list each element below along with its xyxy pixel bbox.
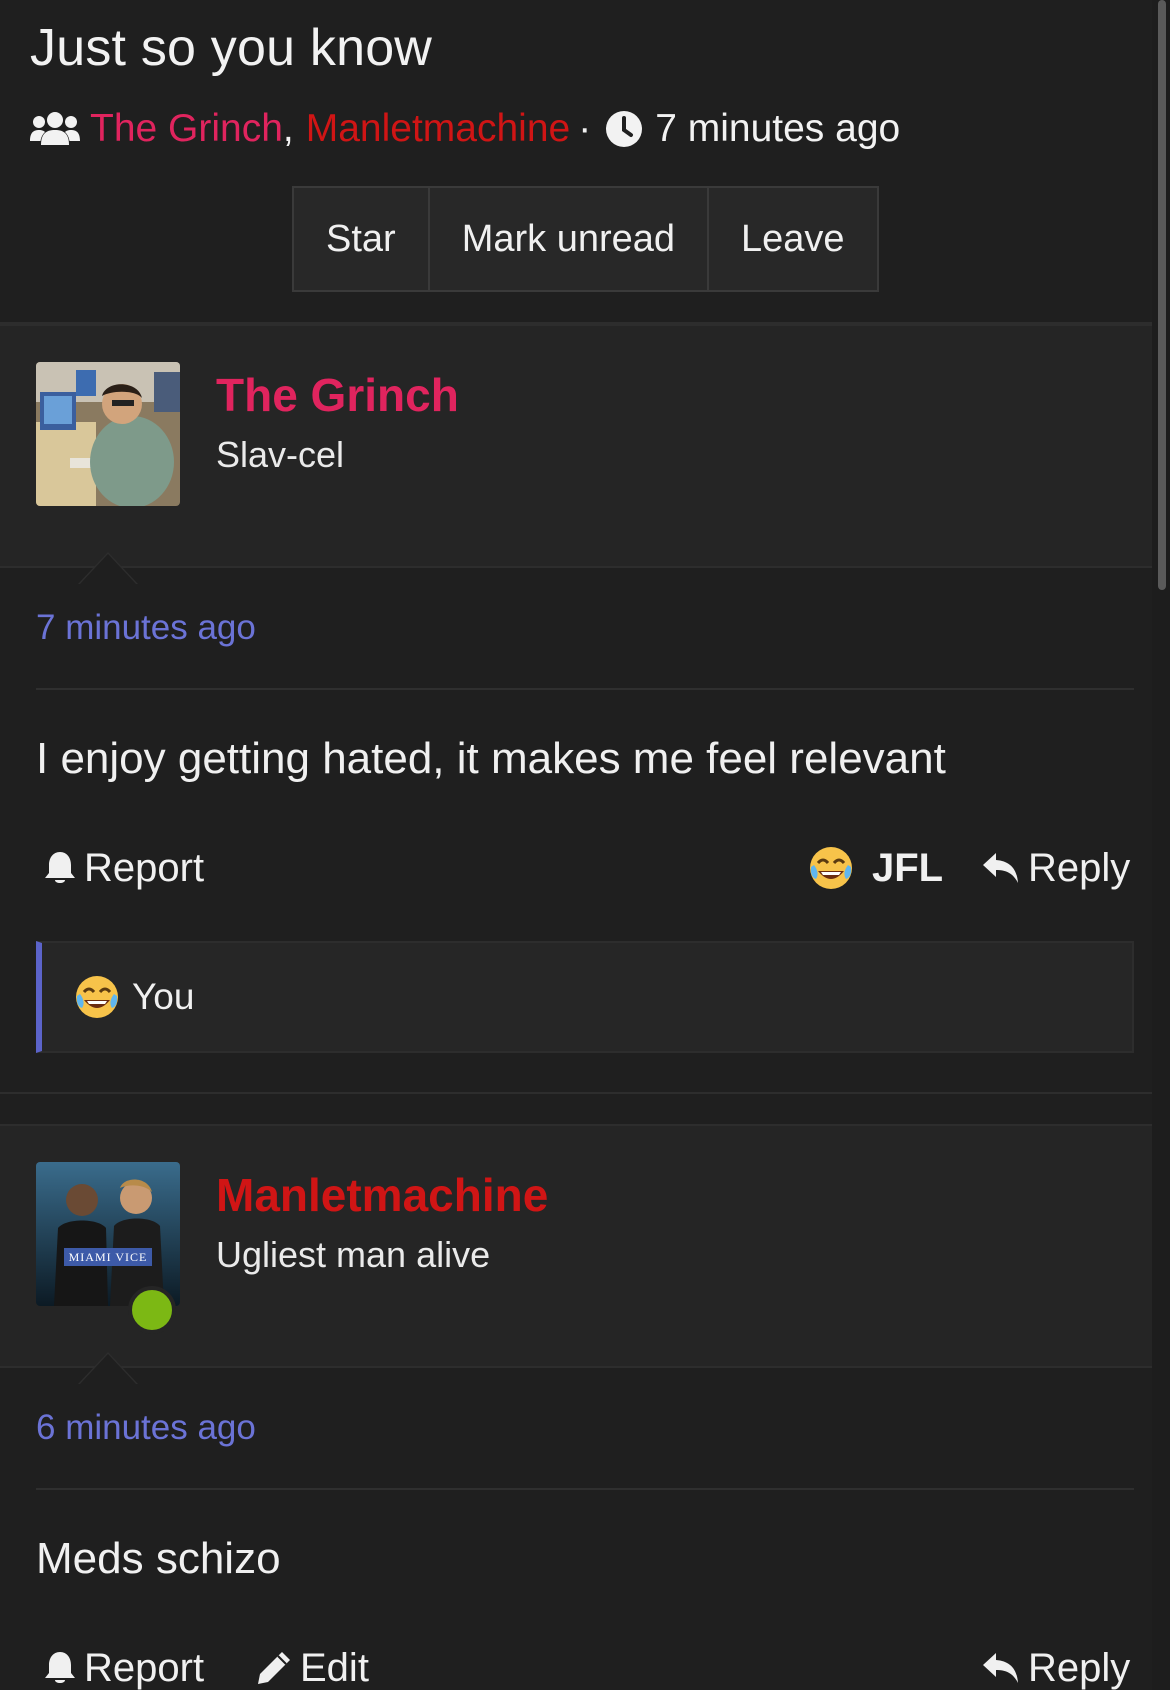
- divider: [36, 1488, 1134, 1490]
- reaction-label: JFL: [872, 845, 944, 890]
- tears-of-joy-icon: [76, 976, 118, 1018]
- star-button[interactable]: Star: [294, 188, 428, 290]
- avatar-photo: [36, 362, 180, 506]
- divider: [36, 688, 1134, 690]
- avatar[interactable]: MIAMI VICE: [36, 1162, 180, 1306]
- report-link[interactable]: Report: [44, 1640, 204, 1690]
- online-indicator: [128, 1286, 176, 1334]
- clock-icon: [606, 111, 643, 147]
- reply-label: Reply: [1028, 1645, 1131, 1690]
- bell-icon: [45, 1652, 75, 1683]
- reply-icon: [983, 1653, 1018, 1683]
- message-user-block: The Grinch Slav-cel: [0, 324, 1152, 584]
- reply-label: Reply: [1028, 845, 1131, 890]
- divider: [0, 1092, 1152, 1094]
- reaction-jfl-button[interactable]: JFL: [808, 840, 943, 896]
- scrollbar[interactable]: [1152, 0, 1170, 1690]
- message-time[interactable]: 6 minutes ago: [36, 1408, 256, 1448]
- author-name[interactable]: Manletmachine: [216, 1168, 548, 1222]
- pencil-icon: [258, 1652, 290, 1684]
- conversation-meta: The Grinch , Manletmachine · 7 minutes a…: [30, 104, 900, 154]
- bell-icon: [45, 852, 75, 883]
- participant-separator: ,: [282, 107, 294, 150]
- reply-link[interactable]: Reply: [982, 1640, 1130, 1690]
- message-time[interactable]: 7 minutes ago: [36, 608, 256, 648]
- reply-icon: [983, 853, 1018, 883]
- page-title: Just so you know: [30, 19, 433, 77]
- author-name[interactable]: The Grinch: [216, 368, 459, 422]
- report-label: Report: [84, 845, 205, 890]
- users-icon: [30, 112, 80, 145]
- report-link[interactable]: Report: [44, 840, 204, 896]
- meta-dot: ·: [578, 107, 592, 150]
- avatar-caption: MIAMI VICE: [68, 1249, 148, 1264]
- reply-link[interactable]: Reply: [982, 840, 1130, 896]
- edit-label: Edit: [300, 1645, 369, 1690]
- leave-button[interactable]: Leave: [707, 188, 877, 290]
- conversation-page: Just so you know The Grinch , Manletmach…: [0, 0, 1170, 1690]
- participant-link-grinch[interactable]: The Grinch: [90, 107, 283, 151]
- participant-link-manlet[interactable]: Manletmachine: [306, 107, 570, 151]
- message-user-block: MIAMI VICE Manletmachine Ugliest man ali…: [0, 1124, 1152, 1384]
- reactions-who: You: [132, 976, 195, 1017]
- avatar[interactable]: [36, 362, 180, 506]
- reactions-summary[interactable]: You: [36, 941, 1134, 1053]
- avatar-photo: [36, 1162, 180, 1306]
- scrollbar-thumb[interactable]: [1158, 0, 1166, 590]
- mark-unread-button[interactable]: Mark unread: [427, 188, 707, 290]
- message-body: I enjoy getting hated, it makes me feel …: [36, 734, 946, 783]
- edit-link[interactable]: Edit: [256, 1640, 369, 1690]
- message-body: Meds schizo: [36, 1534, 281, 1583]
- notch: [80, 1354, 136, 1384]
- notch: [80, 554, 136, 584]
- conversation-actions: Star Mark unread Leave: [292, 186, 879, 292]
- user-title: Slav-cel: [216, 434, 345, 475]
- tears-of-joy-icon: [810, 847, 852, 889]
- message-actions: Report JFL Reply: [36, 840, 1134, 896]
- user-title: Ugliest man alive: [216, 1234, 491, 1275]
- conversation-time: 7 minutes ago: [655, 107, 901, 150]
- report-label: Report: [84, 1645, 205, 1690]
- message-actions: Report Edit Reply: [36, 1640, 1134, 1690]
